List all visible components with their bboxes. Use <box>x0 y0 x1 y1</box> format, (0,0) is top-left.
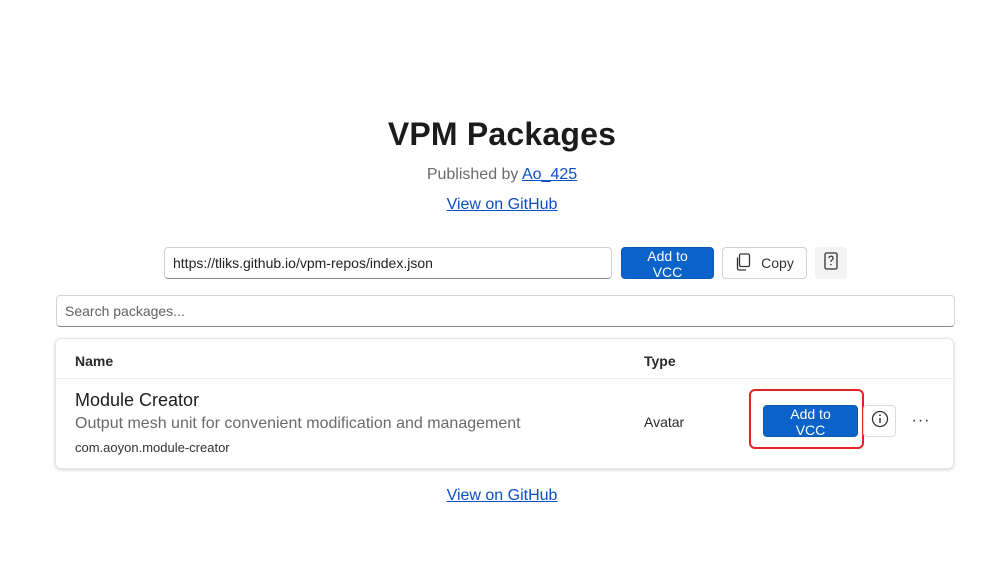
view-on-github-link[interactable]: View on GitHub <box>447 196 558 213</box>
package-description: Output mesh unit for convenient modifica… <box>75 415 521 432</box>
more-options-button[interactable]: ··· <box>905 405 937 437</box>
copy-button[interactable]: Copy <box>722 247 807 279</box>
page-title: VPM Packages <box>387 116 617 152</box>
header-divider <box>56 378 953 379</box>
info-button[interactable] <box>863 405 896 437</box>
package-name: Module Creator <box>75 390 200 410</box>
repo-url-bar: Add to VCC Copy <box>164 247 847 280</box>
github-link-bottom-wrapper: View on GitHub <box>0 487 1004 505</box>
add-to-vcc-button[interactable]: Add to VCC <box>621 247 714 280</box>
search-input[interactable] <box>56 295 955 327</box>
help-icon <box>824 251 838 275</box>
package-id: com.aoyon.module-creator <box>75 440 230 455</box>
view-on-github-link-footer[interactable]: View on GitHub <box>447 487 558 504</box>
column-header-name: Name <box>75 353 114 369</box>
page: VPM Packages Published by Ao_425 View on… <box>0 0 1004 588</box>
copy-label: Copy <box>761 255 794 271</box>
more-icon: ··· <box>911 412 931 429</box>
published-by-prefix: Published by <box>426 166 522 183</box>
github-link-top-wrapper: View on GitHub <box>0 196 1004 214</box>
publisher-link[interactable]: Ao_425 <box>522 166 577 183</box>
package-type: Avatar <box>644 414 685 430</box>
repo-url-input[interactable] <box>164 247 612 279</box>
packages-table: Name Type Module Creator Output mesh uni… <box>55 338 954 469</box>
copy-icon <box>735 252 751 274</box>
column-header-type: Type <box>644 353 676 369</box>
help-button[interactable] <box>815 247 847 279</box>
published-by: Published by Ao_425 <box>0 166 1004 184</box>
info-icon <box>871 410 889 433</box>
row-add-to-vcc-button[interactable]: Add to VCC <box>763 405 858 438</box>
